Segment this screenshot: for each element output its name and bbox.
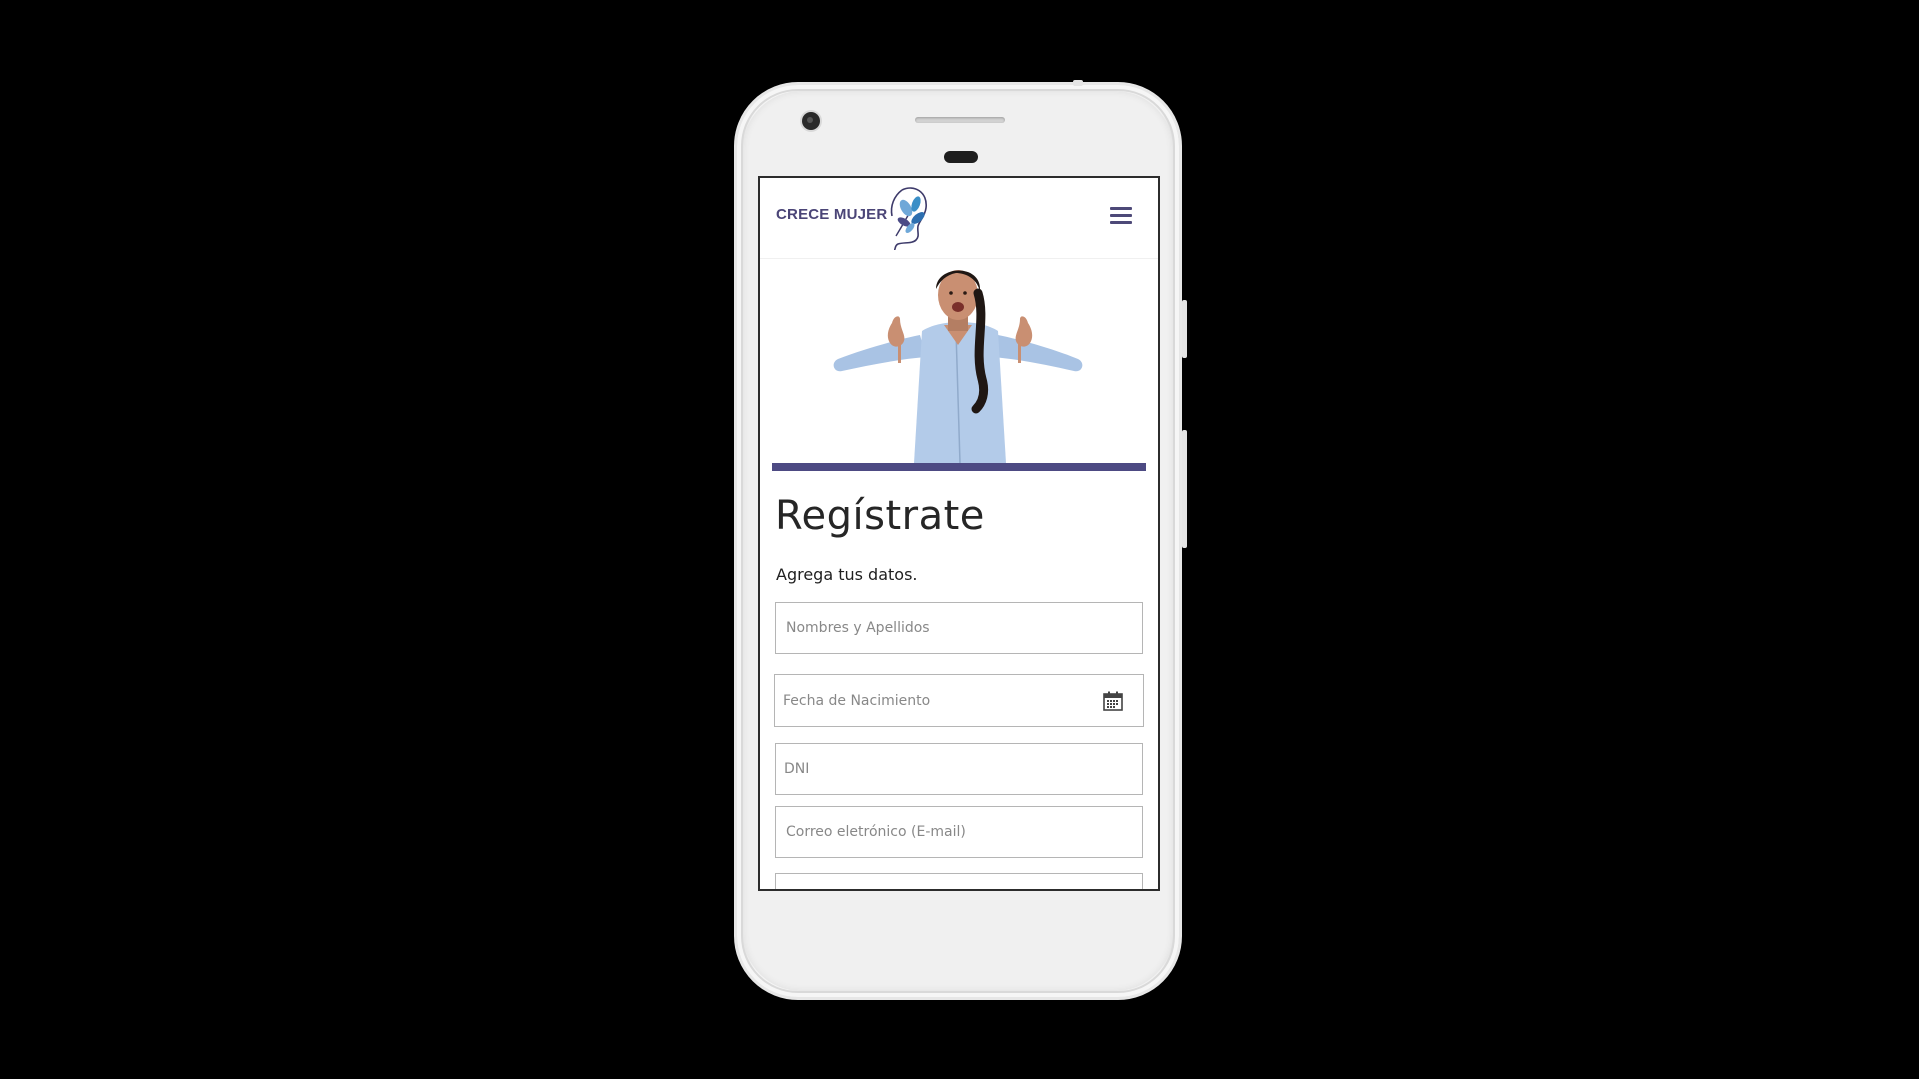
power-button xyxy=(1182,300,1187,358)
email-input[interactable] xyxy=(776,807,1142,857)
front-camera xyxy=(802,112,820,130)
top-notch xyxy=(1073,80,1083,86)
earpiece-speaker xyxy=(915,117,1005,123)
name-input[interactable] xyxy=(776,603,1142,653)
volume-button xyxy=(1182,430,1187,548)
hero-accent-bar xyxy=(772,463,1146,471)
page-title: Regístrate xyxy=(775,493,985,539)
app-screen: CRECE MUJER Regístrate Agrega tus datos.… xyxy=(758,176,1160,891)
name-field[interactable] xyxy=(775,602,1143,654)
email-field[interactable] xyxy=(775,806,1143,858)
birth-date-input[interactable] xyxy=(775,675,1143,726)
brand-name: CRECE MUJER xyxy=(776,206,888,223)
proximity-sensor xyxy=(944,151,978,163)
hero-image xyxy=(760,259,1158,471)
site-header: CRECE MUJER xyxy=(760,178,1158,259)
dni-field[interactable] xyxy=(775,743,1143,795)
hamburger-menu-icon[interactable] xyxy=(1110,207,1132,225)
birth-date-field[interactable] xyxy=(774,674,1144,727)
calendar-icon[interactable] xyxy=(1103,691,1123,711)
brand-logo-icon[interactable] xyxy=(880,186,932,250)
form-subtitle: Agrega tus datos. xyxy=(776,565,918,584)
next-field[interactable] xyxy=(775,873,1143,889)
dni-input[interactable] xyxy=(776,744,1142,794)
woman-pointing-down-photo xyxy=(833,270,1083,463)
